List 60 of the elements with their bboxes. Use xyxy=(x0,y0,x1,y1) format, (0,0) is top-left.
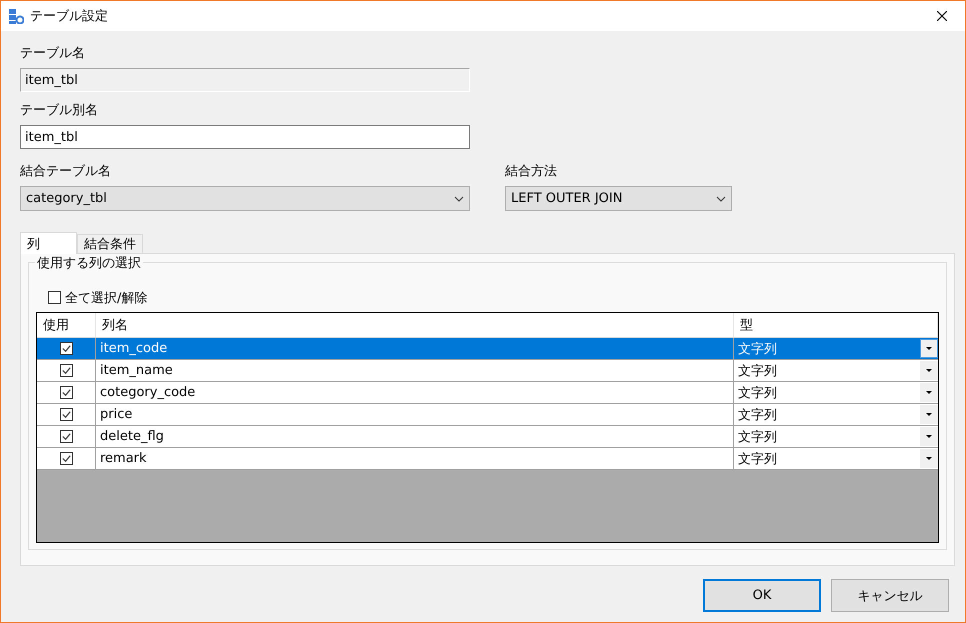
dropdown-button[interactable] xyxy=(920,449,938,468)
dropdown-value: LEFT OUTER JOIN xyxy=(511,191,622,206)
checkbox[interactable] xyxy=(60,342,72,355)
table-cell: delete_flg xyxy=(96,426,734,447)
field-label: 結合方法 xyxy=(505,163,558,180)
table-row[interactable]: item_name 文字列 xyxy=(37,360,938,382)
table-row[interactable]: cotegory_code 文字列 xyxy=(37,382,938,404)
checkbox[interactable] xyxy=(60,408,72,421)
table-row[interactable]: remark 文字列 xyxy=(37,448,938,470)
table-row[interactable]: item_code 文字列 xyxy=(37,338,938,360)
checkbox[interactable] xyxy=(60,452,72,465)
column-header[interactable]: 型 xyxy=(734,313,938,337)
table-cell: price xyxy=(96,404,734,425)
dropdown-button[interactable] xyxy=(920,339,938,358)
chevron-icon xyxy=(454,196,464,202)
type-value: 文字列 xyxy=(738,428,777,446)
checkbox[interactable] xyxy=(60,364,72,377)
dialog-button[interactable]: OK xyxy=(703,579,821,612)
type-value: 文字列 xyxy=(738,406,777,424)
table-cell: remark xyxy=(96,448,734,469)
caret-icon xyxy=(926,347,932,350)
dropdown-button[interactable] xyxy=(920,383,938,402)
caret-icon xyxy=(926,413,932,416)
field-label: 結合テーブル名 xyxy=(20,163,112,180)
table-cell: item_name xyxy=(96,360,734,381)
group-title: 使用する列の選択 xyxy=(35,254,143,272)
caret-icon xyxy=(926,435,932,438)
tab[interactable]: 列 xyxy=(20,232,77,254)
checkbox[interactable] xyxy=(48,291,61,304)
dropdown-button[interactable] xyxy=(920,427,938,446)
checkbox[interactable] xyxy=(60,386,72,399)
input-field[interactable]: item_tbl xyxy=(20,125,470,149)
type-value: 文字列 xyxy=(738,450,777,468)
table-settings-icon xyxy=(9,8,24,24)
close-icon xyxy=(937,11,947,21)
window-title: テーブル設定 xyxy=(30,8,109,25)
table-cell: item_code xyxy=(96,338,734,359)
field-label: テーブル名 xyxy=(20,45,86,62)
checkbox[interactable] xyxy=(60,430,72,443)
chevron-icon xyxy=(716,196,726,202)
type-value: 文字列 xyxy=(738,384,777,402)
checkbox-label: 全て選択/解除 xyxy=(65,290,148,306)
caret-icon xyxy=(926,457,932,460)
tab[interactable]: 結合条件 xyxy=(77,234,143,253)
column-header[interactable]: 使用 xyxy=(37,313,96,337)
type-value: 文字列 xyxy=(738,362,777,380)
dropdown-button[interactable] xyxy=(920,405,938,424)
dialog-button[interactable]: キャンセル xyxy=(831,579,949,612)
dropdown[interactable]: category_tbl xyxy=(20,186,470,211)
caret-icon xyxy=(926,391,932,394)
dropdown-button[interactable] xyxy=(920,361,938,380)
type-value: 文字列 xyxy=(738,340,777,358)
dropdown-value: category_tbl xyxy=(26,191,107,206)
field-label: テーブル別名 xyxy=(20,102,99,119)
column-header[interactable]: 列名 xyxy=(96,313,734,337)
dropdown[interactable]: LEFT OUTER JOIN xyxy=(505,186,732,211)
table-row[interactable]: delete_flg 文字列 xyxy=(37,426,938,448)
table-cell: cotegory_code xyxy=(96,382,734,403)
caret-icon xyxy=(926,369,932,372)
table-row[interactable]: price 文字列 xyxy=(37,404,938,426)
